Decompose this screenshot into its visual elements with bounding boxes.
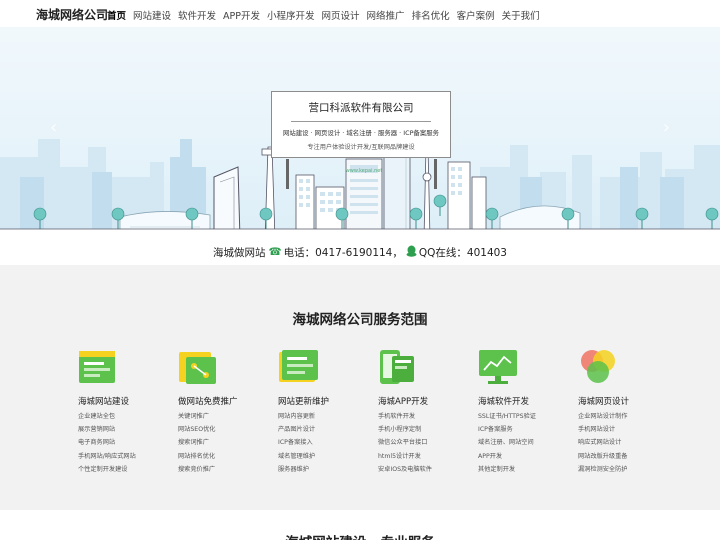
- service-list-item[interactable]: 手机软件开发: [378, 410, 478, 423]
- signboard-title: 营口科派软件有限公司: [308, 102, 414, 114]
- service-list-item[interactable]: 响应式网站设计: [578, 436, 678, 449]
- nav-promotion[interactable]: 网络推广: [367, 8, 405, 22]
- service-list-item[interactable]: 网站排名优化: [178, 450, 278, 463]
- banner-prev-arrow-icon[interactable]: ‹: [50, 117, 57, 138]
- main-nav: 首页 网站建设 软件开发 APP开发 小程序开发 网页设计 网络推广 排名优化 …: [107, 8, 540, 22]
- next-section-title: 海城网站建设 · 专业服务: [0, 531, 720, 540]
- service-list: 网站内容更新 产品图片设计 ICP备案接入 域名管理维护 服务器维护: [278, 410, 378, 476]
- service-title: 海城网页设计: [578, 397, 630, 407]
- service-list-item[interactable]: html5设计开发: [378, 450, 478, 463]
- promotion-network-icon: [178, 348, 218, 386]
- service-website-building[interactable]: 海城网站建设 企业建站全包 展示营销网站 电子商务网站 手机网站/响应式网站 个…: [78, 348, 178, 476]
- hero-banner[interactable]: www.kepai.net ‹ › 营口科派软件有限公司 网站建设 · 网页设计…: [0, 27, 720, 239]
- nav-home[interactable]: 首页: [107, 8, 126, 22]
- service-list: SSL证书/HTTPS验证 ICP备案服务 域名注册、网站空间 APP开发 其他…: [478, 410, 578, 476]
- signboard-slogan: 专注用户体验设计开发/互联网品牌建设: [307, 144, 415, 151]
- service-list: 企业建站全包 展示营销网站 电子商务网站 手机网站/响应式网站 个性定制开发建设: [78, 410, 178, 476]
- service-list-item[interactable]: 搜索词推广: [178, 436, 278, 449]
- nav-cases[interactable]: 客户案例: [457, 8, 495, 22]
- service-list-item[interactable]: 展示营销网站: [78, 423, 178, 436]
- signboard-pole-left: [286, 159, 289, 189]
- service-list-item[interactable]: 企业建站全包: [78, 410, 178, 423]
- monitor-chart-icon: [478, 348, 518, 386]
- nav-about[interactable]: 关于我们: [502, 8, 540, 22]
- service-title: 海城网站建设: [78, 397, 130, 407]
- nav-app-dev[interactable]: APP开发: [223, 8, 260, 22]
- service-title: 做网站免费推广: [178, 397, 238, 407]
- service-list-item[interactable]: 安卓IOS及电脑软件: [378, 463, 478, 476]
- service-list-item[interactable]: 网站改版升级重备: [578, 450, 678, 463]
- service-list-item[interactable]: ICP备案服务: [478, 423, 578, 436]
- service-list-item[interactable]: 关键词推广: [178, 410, 278, 423]
- service-list-item[interactable]: ICP备案接入: [278, 436, 378, 449]
- service-title: 海城APP开发: [378, 397, 429, 407]
- contact-qq[interactable]: QQ在线：401403: [419, 245, 507, 260]
- nav-miniprogram-dev[interactable]: 小程序开发: [267, 8, 315, 22]
- services-section-title: 海城网络公司服务范围: [292, 312, 428, 328]
- service-list: 手机软件开发 手机小程序定制 微信公众平台接口 html5设计开发 安卓IOS及…: [378, 410, 478, 476]
- service-list-item[interactable]: 漏洞检测安全防护: [578, 463, 678, 476]
- contact-phone[interactable]: 电话：0417-6190114，: [284, 245, 403, 260]
- service-software-dev[interactable]: 海城软件开发 SSL证书/HTTPS验证 ICP备案服务 域名注册、网站空间 A…: [478, 348, 578, 476]
- service-list-item[interactable]: 搜索竞价推广: [178, 463, 278, 476]
- banner-next-arrow-icon[interactable]: ›: [663, 117, 670, 138]
- contact-bar: 海城做网站 ☎ 电话：0417-6190114， QQ在线：401403: [0, 239, 720, 265]
- service-list-item[interactable]: 手机网站设计: [578, 423, 678, 436]
- site-header: 海城网络公司 首页 网站建设 软件开发 APP开发 小程序开发 网页设计 网络推…: [0, 0, 720, 27]
- update-document-icon: [278, 348, 318, 386]
- service-list-item[interactable]: 网站内容更新: [278, 410, 378, 423]
- service-list-item[interactable]: 网站SEO优化: [178, 423, 278, 436]
- service-app-dev[interactable]: 海城APP开发 手机软件开发 手机小程序定制 微信公众平台接口 html5设计开…: [378, 348, 478, 476]
- nav-web-design[interactable]: 网页设计: [322, 8, 360, 22]
- nav-software-dev[interactable]: 软件开发: [178, 8, 216, 22]
- service-list-item[interactable]: 微信公众平台接口: [378, 436, 478, 449]
- mobile-phone-icon: [378, 348, 418, 386]
- service-list-item[interactable]: 电子商务网站: [78, 436, 178, 449]
- service-title: 网站更新维护: [278, 397, 330, 407]
- nav-website-building[interactable]: 网站建设: [133, 8, 171, 22]
- signboard-services: 网站建设 · 网页设计 · 域名注册 · 服务器 · ICP备案服务: [283, 129, 439, 137]
- service-list-item[interactable]: 产品图片设计: [278, 423, 378, 436]
- service-web-design[interactable]: 海城网页设计 企业网站设计制作 手机网站设计 响应式网站设计 网站改版升级重备 …: [578, 348, 678, 476]
- service-list-item[interactable]: 个性定制开发建设: [78, 463, 178, 476]
- service-free-promotion[interactable]: 做网站免费推广 关键词推广 网站SEO优化 搜索词推广 网站排名优化 搜索竞价推…: [178, 348, 278, 476]
- services-grid: 海城网站建设 企业建站全包 展示营销网站 电子商务网站 手机网站/响应式网站 个…: [78, 348, 678, 476]
- service-list-item[interactable]: 域名管理维护: [278, 450, 378, 463]
- service-list-item[interactable]: 其他定制开发: [478, 463, 578, 476]
- service-list-item[interactable]: APP开发: [478, 450, 578, 463]
- service-maintenance[interactable]: 网站更新维护 网站内容更新 产品图片设计 ICP备案接入 域名管理维护 服务器维…: [278, 348, 378, 476]
- service-list-item[interactable]: 企业网站设计制作: [578, 410, 678, 423]
- building-url-label: www.kepai.net: [346, 168, 383, 174]
- website-window-icon: [78, 348, 118, 386]
- service-list-item[interactable]: 域名注册、网站空间: [478, 436, 578, 449]
- service-list: 企业网站设计制作 手机网站设计 响应式网站设计 网站改版升级重备 漏洞检测安全防…: [578, 410, 678, 476]
- contact-site-label: 海城做网站: [213, 246, 266, 259]
- color-circles-icon: [578, 348, 618, 386]
- phone-icon: ☎: [268, 246, 282, 258]
- service-list: 关键词推广 网站SEO优化 搜索词推广 网站排名优化 搜索竞价推广: [178, 410, 278, 476]
- nav-seo[interactable]: 排名优化: [412, 8, 450, 22]
- service-title: 海城软件开发: [478, 397, 530, 407]
- qq-penguin-icon: [406, 245, 417, 260]
- service-list-item[interactable]: 服务器维护: [278, 463, 378, 476]
- company-signboard: 营口科派软件有限公司 网站建设 · 网页设计 · 域名注册 · 服务器 · IC…: [271, 91, 451, 158]
- service-list-item[interactable]: 手机小程序定制: [378, 423, 478, 436]
- site-logo[interactable]: 海城网络公司: [36, 6, 108, 23]
- signboard-divider: [291, 121, 431, 122]
- signboard-pole-right: [434, 159, 437, 189]
- service-list-item[interactable]: SSL证书/HTTPS验证: [478, 410, 578, 423]
- service-list-item[interactable]: 手机网站/响应式网站: [78, 450, 178, 463]
